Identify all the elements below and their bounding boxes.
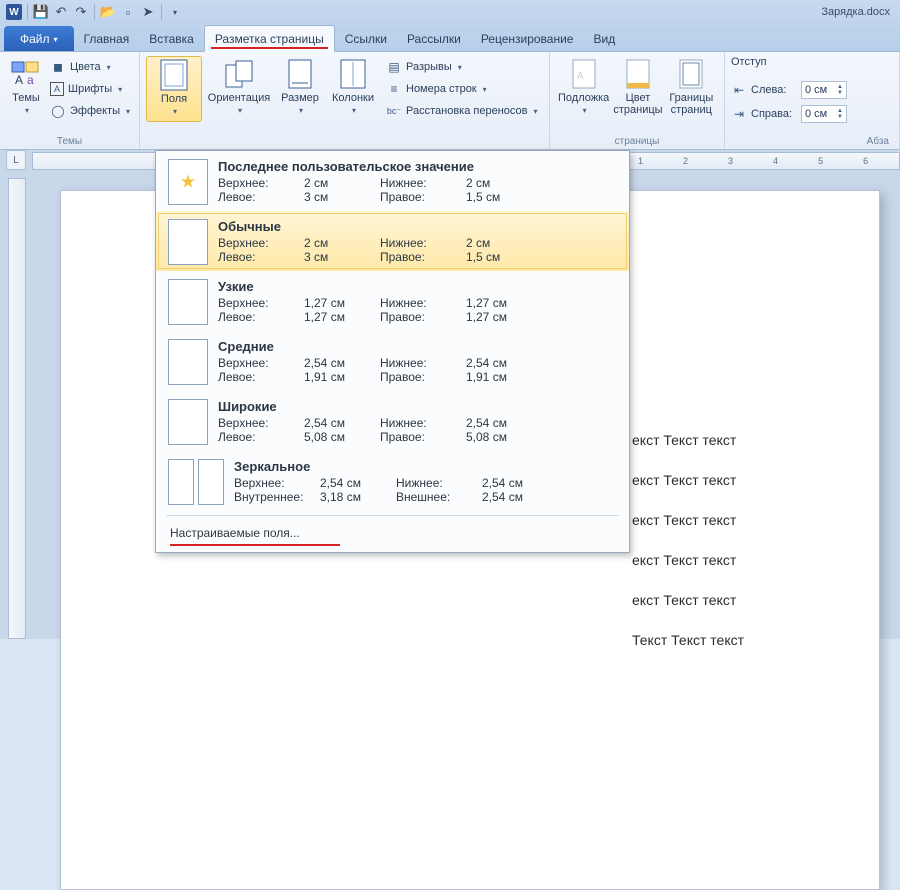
group-indent: Отступ ⇤ Слева: 0 см▲▼ ⇥ Справа: 0 см▲▼ … xyxy=(725,52,900,149)
page-color-button[interactable]: Цвет страницы xyxy=(611,56,664,118)
indent-left-input[interactable]: 0 см▲▼ xyxy=(801,81,847,99)
group-label-page-setup xyxy=(146,134,543,147)
theme-effects-button[interactable]: ◯Эффекты▾ xyxy=(50,100,130,122)
margins-option-wide[interactable]: Широкие Верхнее:2,54 смНижнее:2,54 см Ле… xyxy=(156,391,629,451)
tab-home[interactable]: Главная xyxy=(74,26,140,51)
margin-preset-icon xyxy=(168,399,208,445)
margin-preset-icon xyxy=(168,459,194,505)
size-button[interactable]: Размер▾ xyxy=(276,56,324,122)
margins-option-moderate[interactable]: Средние Верхнее:2,54 смНижнее:2,54 см Ле… xyxy=(156,331,629,391)
tab-references[interactable]: Ссылки xyxy=(335,26,397,51)
ribbon-tabbar: Файл▾ Главная Вставка Разметка страницы … xyxy=(0,24,900,52)
vertical-ruler[interactable] xyxy=(8,178,26,639)
indent-left-label: Слева: xyxy=(751,84,797,96)
watermark-icon: A xyxy=(568,58,600,90)
tab-selector[interactable]: L xyxy=(6,150,26,170)
margins-option-mirrored[interactable]: Зеркальное Верхнее:2,54 смНижнее:2,54 см… xyxy=(156,451,629,511)
group-themes: Aa Темы▾ ◼Цвета▾ AШрифты▾ ◯Эффекты▾ Темы xyxy=(0,52,140,149)
tab-insert[interactable]: Вставка xyxy=(139,26,204,51)
word-app-icon: W xyxy=(6,4,22,20)
star-icon: ★ xyxy=(180,172,196,193)
tab-review[interactable]: Рецензирование xyxy=(471,26,584,51)
document-title: Зарядка.docx xyxy=(821,6,890,18)
margins-button[interactable]: Поля▾ xyxy=(146,56,202,122)
hyphenation-icon: bc⁻ xyxy=(386,103,402,119)
indent-heading: Отступ xyxy=(731,56,893,68)
spinner-icon[interactable]: ▲▼ xyxy=(837,84,843,96)
watermark-button[interactable]: A Подложка▾ xyxy=(556,56,611,118)
columns-button[interactable]: Колонки▾ xyxy=(326,56,380,122)
theme-fonts-button[interactable]: AШрифты▾ xyxy=(50,78,130,100)
margin-preset-icon xyxy=(168,279,208,325)
spinner-icon[interactable]: ▲▼ xyxy=(837,108,843,120)
svg-text:a: a xyxy=(27,73,34,87)
group-page-background: A Подложка▾ Цвет страницы Границы страни… xyxy=(550,52,725,149)
margins-option-last-custom[interactable]: ★ Последнее пользовательское значение Ве… xyxy=(156,151,629,211)
line-numbers-button[interactable]: ≡Номера строк▾ xyxy=(386,78,538,100)
indent-right-label: Справа: xyxy=(751,108,797,120)
margin-preset-icon xyxy=(168,219,208,265)
save-icon[interactable]: 💾 xyxy=(33,4,49,20)
page-borders-button[interactable]: Границы страниц xyxy=(665,56,718,118)
redo-icon[interactable]: ↷ xyxy=(73,4,89,20)
ribbon: Aa Темы▾ ◼Цвета▾ AШрифты▾ ◯Эффекты▾ Темы… xyxy=(0,52,900,150)
hyphenation-button[interactable]: bc⁻Расстановка переносов▾ xyxy=(386,100,538,122)
group-page-setup: Поля▾ Ориентация▾ Размер▾ Колонки▾ ▤Разр… xyxy=(140,52,550,149)
page-borders-icon xyxy=(675,58,707,90)
margin-preset-icon xyxy=(198,459,224,505)
margins-option-normal[interactable]: Обычные Верхнее:2 смНижнее:2 см Левое:3 … xyxy=(156,211,629,271)
indent-right-icon: ⇥ xyxy=(731,106,747,122)
indent-left-icon: ⇤ xyxy=(731,82,747,98)
breaks-button[interactable]: ▤Разрывы▾ xyxy=(386,56,538,78)
breaks-icon: ▤ xyxy=(386,59,402,75)
group-label-page-bg: страницы xyxy=(556,134,718,147)
pointer-icon[interactable]: ➤ xyxy=(140,4,156,20)
svg-text:A: A xyxy=(577,71,584,82)
margins-option-narrow[interactable]: Узкие Верхнее:1,27 смНижнее:1,27 см Лево… xyxy=(156,271,629,331)
margins-icon xyxy=(158,59,190,91)
group-label-themes: Темы xyxy=(6,134,133,147)
qat-customize-icon[interactable]: ▾ xyxy=(167,4,183,20)
title-bar: W 💾 ↶ ↷ 📂 ▫ ➤ ▾ Зарядка.docx xyxy=(0,0,900,24)
tab-file[interactable]: Файл▾ xyxy=(4,26,74,51)
document-text: екст Текст текст екст Текст текст екст Т… xyxy=(632,420,744,660)
themes-icon: Aa xyxy=(10,58,42,90)
orientation-button[interactable]: Ориентация▾ xyxy=(204,56,274,122)
new-doc-icon[interactable]: ▫ xyxy=(120,4,136,20)
paragraph-corner: Абза xyxy=(731,134,893,147)
open-folder-icon[interactable]: 📂 xyxy=(100,4,116,20)
tab-page-layout[interactable]: Разметка страницы xyxy=(204,25,335,52)
orientation-icon xyxy=(223,58,255,90)
svg-text:A: A xyxy=(15,73,23,87)
line-numbers-icon: ≡ xyxy=(386,81,402,97)
colors-icon: ◼ xyxy=(50,59,66,75)
indent-right-input[interactable]: 0 см▲▼ xyxy=(801,105,847,123)
page-color-icon xyxy=(622,58,654,90)
custom-margins-link[interactable]: Настраиваемые поля... xyxy=(156,516,629,552)
themes-button[interactable]: Aa Темы▾ xyxy=(6,56,46,122)
theme-colors-button[interactable]: ◼Цвета▾ xyxy=(50,56,130,78)
undo-icon[interactable]: ↶ xyxy=(53,4,69,20)
columns-icon xyxy=(337,58,369,90)
size-icon xyxy=(284,58,316,90)
margin-preset-icon xyxy=(168,339,208,385)
effects-icon: ◯ xyxy=(50,103,66,119)
tab-view[interactable]: Вид xyxy=(583,26,625,51)
margins-dropdown: ★ Последнее пользовательское значение Ве… xyxy=(155,150,630,553)
fonts-icon: A xyxy=(50,82,64,96)
margin-preset-icon: ★ xyxy=(168,159,208,205)
tab-mailings[interactable]: Рассылки xyxy=(397,26,471,51)
